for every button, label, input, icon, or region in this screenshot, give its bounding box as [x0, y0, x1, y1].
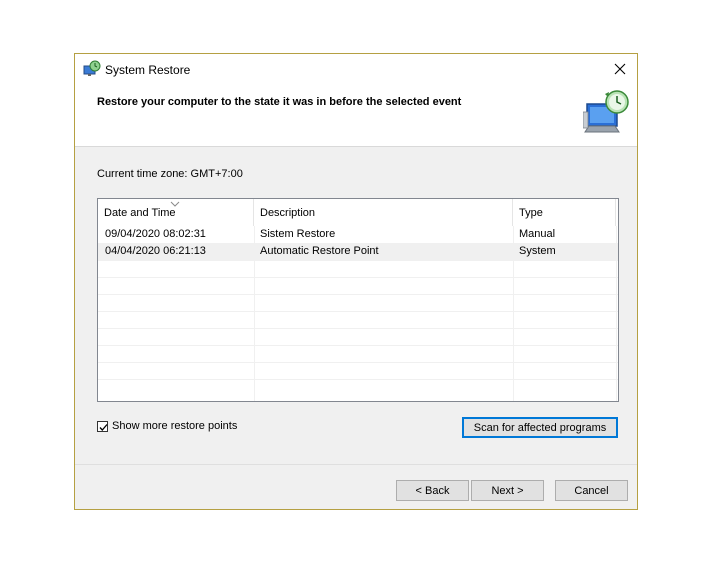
grid-line — [98, 260, 618, 261]
row-description: Automatic Restore Point — [260, 245, 379, 257]
column-header-description[interactable]: Description — [254, 199, 513, 226]
timezone-label: Current time zone: GMT+7:00 — [97, 168, 243, 180]
scan-affected-programs-button[interactable]: Scan for affected programs — [462, 417, 618, 438]
row-date: 09/04/2020 08:02:31 — [105, 228, 206, 240]
close-button[interactable] — [607, 57, 633, 81]
show-more-restore-points[interactable]: Show more restore points — [97, 420, 237, 432]
column-header-type[interactable]: Type — [513, 199, 616, 226]
column-header-description-label: Description — [260, 207, 316, 219]
row-date: 04/04/2020 06:21:13 — [105, 245, 206, 257]
grid-line — [98, 345, 618, 346]
close-icon — [614, 63, 626, 75]
system-restore-icon — [83, 60, 101, 78]
column-header-date[interactable]: Date and Time — [98, 199, 254, 226]
column-header-date-label: Date and Time — [104, 207, 176, 219]
row-type: System — [519, 245, 556, 257]
window-title: System Restore — [105, 63, 191, 77]
row-type: Manual — [519, 228, 556, 240]
grid-line — [98, 379, 618, 380]
footer-separator — [75, 464, 637, 465]
title-bar[interactable]: System Restore — [75, 54, 637, 84]
grid-line — [98, 294, 618, 295]
back-button[interactable]: < Back — [396, 480, 469, 501]
grid-line — [98, 311, 618, 312]
sort-descending-icon — [170, 199, 180, 207]
header-instruction: Restore your computer to the state it wa… — [97, 96, 462, 108]
list-header: Date and Time Description Type — [98, 199, 618, 226]
grid-line — [98, 328, 618, 329]
checkmark-icon — [99, 423, 108, 431]
header-area: Restore your computer to the state it wa… — [75, 84, 637, 147]
table-row[interactable]: 09/04/2020 08:02:31 Sistem Restore Manua… — [98, 226, 618, 243]
cancel-button[interactable]: Cancel — [555, 480, 628, 501]
restore-points-list[interactable]: Date and Time Description Type 09/04/202… — [97, 198, 619, 402]
table-row[interactable]: 04/04/2020 06:21:13 Automatic Restore Po… — [98, 243, 618, 260]
show-more-label: Show more restore points — [112, 420, 238, 432]
next-button[interactable]: Next > — [471, 480, 544, 501]
show-more-checkbox[interactable] — [97, 420, 108, 432]
restore-computer-clock-icon — [582, 88, 631, 136]
grid-line — [98, 277, 618, 278]
row-description: Sistem Restore — [260, 228, 336, 240]
column-header-type-label: Type — [519, 207, 543, 219]
grid-line — [98, 362, 618, 363]
system-restore-window: System Restore Restore your computer to … — [74, 53, 638, 510]
